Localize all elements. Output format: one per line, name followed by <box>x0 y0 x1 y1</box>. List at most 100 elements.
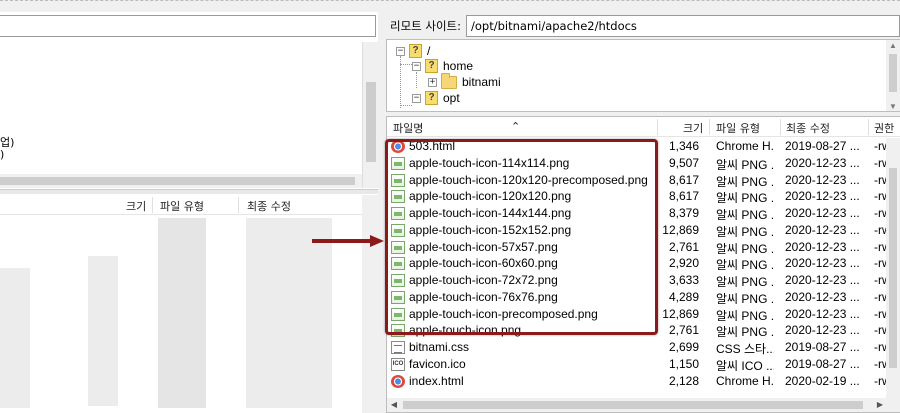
file-row[interactable]: ICO favicon.ico 1,150 알씨 ICO ... 2019-08-27 … <box>387 356 891 373</box>
file-modified: 2020-12-23 ... <box>785 273 860 287</box>
png-icon <box>391 156 405 170</box>
file-size: 12,869 <box>662 306 699 321</box>
file-size: 2,128 <box>668 373 699 388</box>
scroll-down-icon[interactable]: ▼ <box>886 101 900 111</box>
file-type: 알씨 PNG ... <box>716 191 774 206</box>
expand-icon[interactable]: + <box>428 77 437 87</box>
html-icon <box>391 140 405 153</box>
file-row[interactable]: bitnami.css 2,699 CSS 스타... 2019-08-27 ... -… <box>387 339 891 356</box>
remote-site-label: 리모트 사이트: <box>390 19 462 33</box>
file-size: 8,617 <box>668 172 699 187</box>
sort-ascending-icon: ⌃ <box>511 120 521 133</box>
remote-list-vscrollbar[interactable] <box>886 138 900 400</box>
file-size: 2,699 <box>668 340 699 354</box>
column-header-modified[interactable]: 최종 수정 <box>786 120 830 136</box>
file-name: apple-touch-icon-72x72.png <box>409 273 558 287</box>
file-size: 2,920 <box>668 256 699 271</box>
file-row[interactable]: apple-touch-icon-114x114.png 9,507 알씨 PNG … <box>387 155 891 172</box>
file-modified: 2020-12-23 ... <box>785 155 860 170</box>
scroll-thumb[interactable] <box>0 177 355 185</box>
local-tree-vscrollbar[interactable] <box>362 42 378 188</box>
file-row[interactable]: index.html 2,128 Chrome H... 2020-02-19 ...… <box>387 373 891 390</box>
local-file-list-blurred[interactable] <box>0 216 362 413</box>
file-row[interactable]: apple-touch-icon.png 2,761 알씨 PNG ... 2020-… <box>387 322 891 340</box>
column-header-permissions[interactable]: 권한 <box>874 120 894 136</box>
scroll-right-icon[interactable]: ▶ <box>873 398 887 412</box>
file-modified: 2020-12-23 ... <box>785 172 860 187</box>
local-tree-hscrollbar[interactable] <box>0 174 362 188</box>
file-size: 1,150 <box>668 356 699 371</box>
file-type: Chrome H... <box>716 139 774 153</box>
tree-node-home[interactable]: − ? home <box>412 58 473 74</box>
png-icon <box>391 223 405 237</box>
collapse-icon[interactable]: − <box>412 93 421 103</box>
file-name: apple-touch-icon-60x60.png <box>409 256 558 271</box>
remote-list-hscrollbar[interactable]: ◀ ▶ <box>387 398 900 412</box>
tree-node-root[interactable]: − ? / <box>396 43 430 59</box>
local-pane-divider[interactable] <box>0 189 378 194</box>
column-header-size[interactable]: 크기 <box>683 120 703 136</box>
file-modified: 2020-12-23 ... <box>785 323 860 338</box>
file-row[interactable]: apple-touch-icon-57x57.png 2,761 알씨 PNG ..… <box>387 239 891 256</box>
file-modified: 2019-08-27 ... <box>785 356 860 371</box>
local-path-input[interactable] <box>0 15 376 37</box>
remote-directory-tree[interactable]: − ? / − ? home + bitnami − ? opt ▲ ▼ <box>386 39 900 112</box>
tree-node-opt[interactable]: − ? opt <box>412 90 460 106</box>
file-row[interactable]: apple-touch-icon-152x152.png 12,869 알씨 PNG… <box>387 222 891 239</box>
file-name: apple-touch-icon.png <box>409 323 522 338</box>
ico-icon: ICO <box>391 357 405 371</box>
file-size: 2,761 <box>668 239 699 254</box>
scroll-left-icon[interactable]: ◀ <box>387 398 401 412</box>
file-type: 알씨 PNG ... <box>716 258 774 273</box>
scroll-up-icon[interactable]: ▲ <box>886 40 900 52</box>
local-list-vscrollbar[interactable] <box>362 195 378 413</box>
scroll-thumb[interactable] <box>889 54 897 92</box>
file-row[interactable]: apple-touch-icon-72x72.png 3,633 알씨 PNG ..… <box>387 272 891 289</box>
remote-tree-vscrollbar[interactable]: ▲ ▼ <box>886 40 900 111</box>
file-row[interactable]: apple-touch-icon-144x144.png 8,379 알씨 PNG … <box>387 205 891 222</box>
file-type: 알씨 PNG ... <box>716 275 774 289</box>
remote-path-input[interactable]: /opt/bitnami/apache2/htdocs <box>466 15 900 37</box>
png-icon <box>391 240 405 254</box>
tree-node-bitnami[interactable]: + bitnami <box>428 72 501 90</box>
file-modified: 2020-12-23 ... <box>785 222 860 237</box>
remote-list-header: ⌃ 파일명 크기 파일 유형 최종 수정 권한 <box>387 117 900 137</box>
column-header-modified[interactable]: 최종 수정 <box>247 198 291 214</box>
column-header-type[interactable]: 파일 유형 <box>160 198 204 214</box>
file-size: 1,346 <box>668 139 699 153</box>
annotation-arrow-icon <box>312 235 384 247</box>
file-name: apple-touch-icon-precomposed.png <box>409 306 598 321</box>
remote-file-list[interactable]: ⌃ 파일명 크기 파일 유형 최종 수정 권한 503.html 1,346 Chr… <box>386 116 900 413</box>
remote-file-rows: 503.html1,346Chrome H...2019-08-27 ...-r… <box>387 138 891 390</box>
remote-pane: 리모트 사이트: /opt/bitnami/apache2/htdocs − ?… <box>386 12 900 413</box>
file-name: apple-touch-icon-114x114.png <box>409 155 570 170</box>
file-row[interactable]: apple-touch-icon-60x60.png 2,920 알씨 PNG ..… <box>387 255 891 273</box>
file-size: 8,379 <box>668 206 699 220</box>
file-row[interactable]: apple-touch-icon-76x76.png 4,289 알씨 PNG ..… <box>387 289 891 306</box>
html-icon <box>391 374 405 388</box>
local-tree[interactable]: 업) ) <box>0 42 376 188</box>
file-name: favicon.ico <box>409 356 466 371</box>
scroll-thumb[interactable] <box>366 82 376 162</box>
css-icon <box>391 341 405 354</box>
file-row[interactable]: apple-touch-icon-120x120.png 8,617 알씨 PNG … <box>387 188 891 206</box>
column-header-type[interactable]: 파일 유형 <box>716 120 760 136</box>
file-type: 알씨 PNG ... <box>716 241 774 256</box>
file-type: 알씨 PNG ... <box>716 325 774 340</box>
local-pane: 업) ) 크기 파일 유형 최종 수정 <box>0 12 378 413</box>
scroll-thumb[interactable] <box>889 168 897 368</box>
file-type: 알씨 PNG ... <box>716 174 774 189</box>
collapse-icon[interactable]: − <box>412 61 421 71</box>
pane-splitter[interactable] <box>378 12 386 413</box>
local-tree-fragment: ) <box>0 148 5 161</box>
file-modified: 2020-12-23 ... <box>785 206 860 220</box>
column-header-name[interactable]: 파일명 <box>393 120 423 136</box>
file-modified: 2019-08-27 ... <box>785 340 860 354</box>
file-row[interactable]: apple-touch-icon-precomposed.png 12,869 알씨… <box>387 306 891 323</box>
column-header-size[interactable]: 크기 <box>126 198 146 214</box>
file-row[interactable]: apple-touch-icon-120x120-precomposed.png… <box>387 172 891 189</box>
collapse-icon[interactable]: − <box>396 46 405 56</box>
file-modified: 2020-02-19 ... <box>785 373 860 388</box>
file-row[interactable]: 503.html1,346Chrome H...2019-08-27 ...-r… <box>387 138 891 155</box>
scroll-thumb[interactable] <box>403 401 863 409</box>
